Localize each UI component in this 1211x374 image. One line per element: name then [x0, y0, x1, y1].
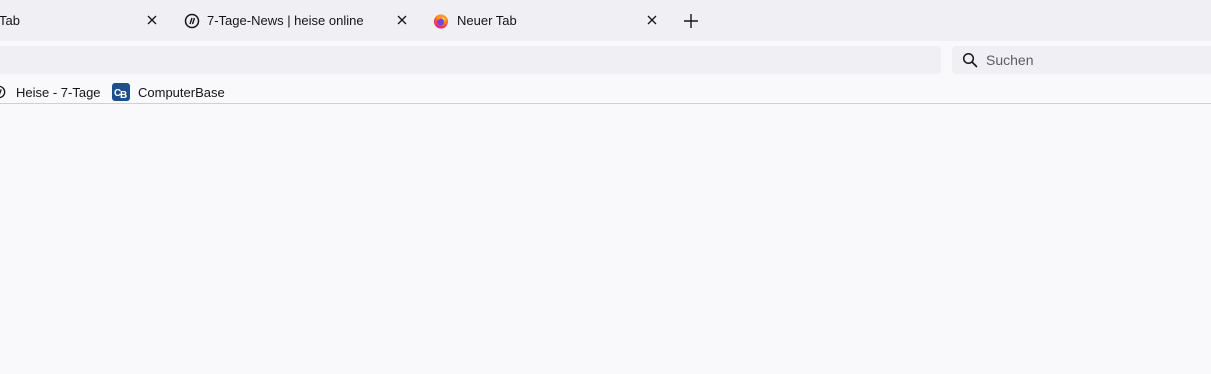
bookmark-label: Heise - 7-Tage	[16, 84, 101, 100]
firefox-icon	[434, 14, 448, 29]
tab-label: Tab	[0, 13, 20, 28]
close-icon[interactable]	[645, 13, 659, 27]
nav-toolbar: Suchen	[0, 41, 1211, 80]
tab-strip: Tab 7-Tage-News | heise online Neuer Tab	[0, 0, 1211, 41]
heise-icon	[184, 13, 200, 29]
close-icon[interactable]	[395, 13, 409, 27]
heise-icon	[0, 85, 6, 99]
tab-1[interactable]: Tab	[0, 0, 170, 41]
search-bar[interactable]: Suchen	[952, 46, 1211, 74]
tab-label: Neuer Tab	[457, 13, 517, 28]
page-content	[0, 104, 1211, 374]
bookmark-heise[interactable]: Heise - 7-Tage	[0, 84, 101, 100]
close-icon[interactable]	[145, 13, 159, 27]
plus-icon[interactable]	[682, 12, 700, 30]
bookmark-computerbase[interactable]: C B ComputerBase	[112, 83, 225, 101]
tab-2[interactable]: 7-Tage-News | heise online	[170, 0, 420, 41]
bookmark-label: ComputerBase	[138, 84, 225, 100]
bookmarks-toolbar: Heise - 7-Tage C B ComputerBase	[0, 80, 1211, 104]
search-icon	[962, 52, 978, 68]
computerbase-icon: C B	[112, 83, 130, 101]
url-bar[interactable]	[0, 46, 941, 74]
tab-label: 7-Tage-News | heise online	[207, 13, 364, 28]
svg-text:B: B	[120, 90, 127, 101]
search-placeholder: Suchen	[986, 52, 1034, 68]
tab-3[interactable]: Neuer Tab	[420, 0, 670, 41]
